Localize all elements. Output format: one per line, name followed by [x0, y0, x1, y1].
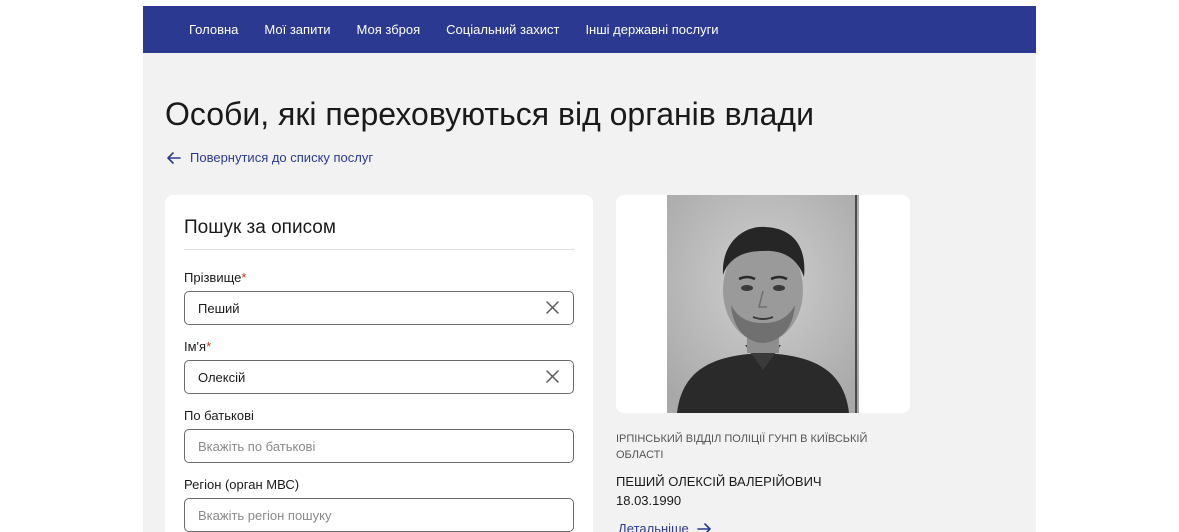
- nav-item-my-weapons[interactable]: Моя зброя: [357, 22, 421, 37]
- back-to-services-link[interactable]: Повернутися до списку послуг: [167, 150, 373, 165]
- details-link[interactable]: Детальніше: [618, 521, 711, 532]
- person-photo-image: [667, 195, 859, 413]
- card-divider: [184, 249, 574, 250]
- search-card-title: Пошук за описом: [184, 217, 336, 238]
- search-card: Пошук за описом Прізвище* Ім'я* По батьк…: [165, 195, 593, 532]
- page-title: Особи, які переховуються від органів вла…: [165, 96, 814, 132]
- close-icon[interactable]: [546, 370, 559, 383]
- first-name-label-text: Ім'я: [184, 339, 207, 354]
- close-icon[interactable]: [546, 301, 559, 314]
- arrow-left-icon: [167, 151, 181, 164]
- first-name-label: Ім'я*: [184, 339, 211, 354]
- region-input[interactable]: [198, 507, 538, 523]
- surname-label: Прізвище*: [184, 270, 246, 285]
- patronymic-label: По батькові: [184, 408, 254, 423]
- nav-item-social-protection[interactable]: Соціальний захист: [446, 22, 559, 37]
- required-marker: *: [206, 339, 212, 354]
- page-container: Головна Мої запити Моя зброя Соціальний …: [143, 6, 1036, 532]
- arrow-right-icon: [696, 522, 711, 532]
- details-link-label: Детальніше: [618, 521, 689, 532]
- first-name-field[interactable]: [184, 360, 574, 394]
- surname-label-text: Прізвище: [184, 270, 242, 285]
- region-field[interactable]: [184, 498, 574, 532]
- surname-input[interactable]: [198, 300, 538, 316]
- result-department: Ірпінський відділ поліції ГУНП в Київськ…: [616, 433, 868, 461]
- nav-item-home[interactable]: Головна: [189, 22, 238, 37]
- surname-field[interactable]: [184, 291, 574, 325]
- first-name-input[interactable]: [198, 369, 538, 385]
- back-link-label: Повернутися до списку послуг: [190, 150, 374, 165]
- nav-item-my-requests[interactable]: Мої запити: [264, 22, 330, 37]
- region-label: Регіон (орган МВС): [184, 477, 300, 492]
- result-person-dob: 18.03.1990: [616, 493, 682, 508]
- result-photo-card[interactable]: [616, 195, 910, 413]
- top-navigation: Головна Мої запити Моя зброя Соціальний …: [143, 6, 1036, 53]
- patronymic-field[interactable]: [184, 429, 574, 463]
- required-marker: *: [241, 270, 247, 285]
- patronymic-input[interactable]: [198, 438, 538, 454]
- nav-item-other-services[interactable]: Інші державні послуги: [585, 22, 718, 37]
- result-person-name: ПЕШИЙ ОЛЕКСІЙ ВАЛЕРІЙОВИЧ: [616, 474, 822, 489]
- person-photo: [667, 195, 859, 413]
